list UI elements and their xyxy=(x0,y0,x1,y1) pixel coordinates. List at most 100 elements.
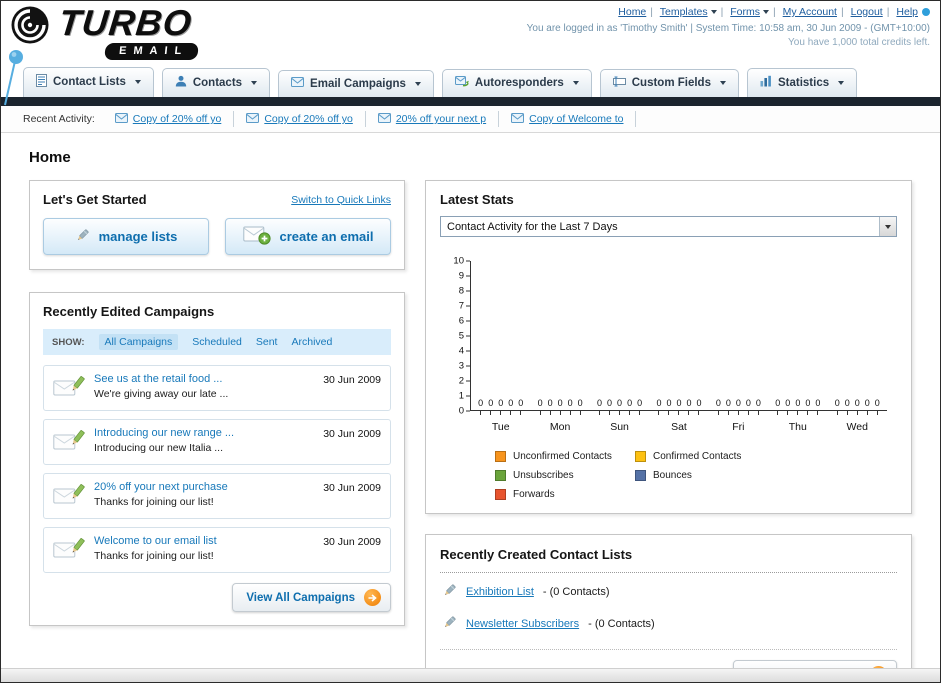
contact-list-meta: - (0 Contacts) xyxy=(542,586,610,598)
footer-strip xyxy=(1,668,940,682)
chart-value-label: 0 xyxy=(557,398,563,408)
tab-custom-fields[interactable]: Custom Fields xyxy=(599,69,739,97)
header: TURBO EMAIL Home | Templates | Forms | My A… xyxy=(1,1,940,67)
legend-swatch xyxy=(495,489,506,500)
get-started-panel: Let's Get Started Switch to Quick Links … xyxy=(29,180,405,270)
envelope-icon xyxy=(246,113,259,126)
view-all-campaigns-button[interactable]: View All Campaigns xyxy=(232,583,391,612)
envelope-pencil-icon xyxy=(53,537,85,566)
chart-value-group: 00000 xyxy=(709,398,768,408)
chart-value-label: 0 xyxy=(874,398,880,408)
top-link-logout[interactable]: Logout xyxy=(851,6,883,18)
top-link-my-account[interactable]: My Account xyxy=(783,6,837,18)
chart-value-label: 0 xyxy=(577,398,583,408)
chart-value-label: 0 xyxy=(547,398,553,408)
chart-x-group: Mon xyxy=(530,411,589,433)
chevron-down-icon xyxy=(134,80,141,84)
recent-campaigns-title: Recently Edited Campaigns xyxy=(43,304,215,319)
chart-x-axis: Tue Mon Sun Sat Fri Thu Wed xyxy=(471,411,887,433)
view-all-campaigns-label: View All Campaigns xyxy=(246,591,355,604)
create-email-button[interactable]: create an email xyxy=(225,218,391,255)
stats-period-select[interactable]: Contact Activity for the Last 7 Days xyxy=(440,216,897,237)
chart-x-group: Tue xyxy=(471,411,530,433)
tab-autoresponders[interactable]: Autoresponders xyxy=(441,69,592,97)
chart-value-label: 0 xyxy=(834,398,840,408)
main-content: Home Let's Get Started Switch to Quick L… xyxy=(1,133,940,682)
campaign-date: 30 Jun 2009 xyxy=(323,482,381,494)
contact-list-item[interactable]: Newsletter Subscribers - (0 Contacts) xyxy=(440,605,897,637)
chart-value-label: 0 xyxy=(725,398,731,408)
legend-label: Confirmed Contacts xyxy=(653,451,742,462)
select-caret-icon[interactable] xyxy=(879,217,896,236)
chart-value-label: 0 xyxy=(478,398,484,408)
x-axis-ticks xyxy=(717,411,759,415)
x-axis-label: Mon xyxy=(549,421,571,433)
envelope-pencil-icon xyxy=(53,375,85,404)
chart-value-label: 0 xyxy=(805,398,811,408)
contact-list-item[interactable]: Exhibition List - (0 Contacts) xyxy=(440,573,897,605)
legend-label: Bounces xyxy=(653,470,692,481)
campaign-item[interactable]: Welcome to our email list Thanks for joi… xyxy=(43,527,391,573)
chart-value-label: 0 xyxy=(854,398,860,408)
chart-x-group: Fri xyxy=(709,411,768,433)
email-campaigns-icon xyxy=(291,77,304,90)
x-axis-ticks xyxy=(836,411,878,415)
top-link-templates[interactable]: Templates xyxy=(660,6,708,18)
left-column: Let's Get Started Switch to Quick Links … xyxy=(29,180,405,626)
filter-sent[interactable]: Sent xyxy=(256,336,278,348)
chevron-down-icon xyxy=(251,80,258,85)
switch-quick-links-link[interactable]: Switch to Quick Links xyxy=(291,194,391,206)
tab-contact-lists[interactable]: Contact Lists xyxy=(23,67,154,97)
chevron-down-icon xyxy=(763,10,770,14)
top-link-help[interactable]: Help xyxy=(896,6,918,18)
campaign-item[interactable]: 20% off your next purchase Thanks for jo… xyxy=(43,473,391,519)
logo-pointer-icon xyxy=(3,49,25,112)
campaign-item[interactable]: Introducing our new range ... Introducin… xyxy=(43,419,391,465)
campaign-item[interactable]: See us at the retail food ... We're givi… xyxy=(43,365,391,411)
app-logo[interactable]: TURBO EMAIL xyxy=(11,2,200,60)
envelope-pencil-icon xyxy=(53,429,85,458)
chart-value-label: 0 xyxy=(755,398,761,408)
chart-value-label: 0 xyxy=(488,398,494,408)
legend-swatch xyxy=(635,470,646,481)
x-axis-ticks xyxy=(777,411,819,415)
recent-activity-item[interactable]: 20% off your next p xyxy=(366,111,500,127)
top-link-home[interactable]: Home xyxy=(618,6,646,18)
recent-contact-lists-panel: Recently Created Contact Lists Exhibitio… xyxy=(425,534,912,682)
filter-all-campaigns[interactable]: All Campaigns xyxy=(98,334,179,350)
recent-activity-item-label: Copy of Welcome to xyxy=(529,113,624,125)
recent-activity-item[interactable]: Copy of Welcome to xyxy=(499,111,637,127)
tab-label: Autoresponders xyxy=(474,77,564,89)
y-axis-tick-label: 1 xyxy=(459,391,470,402)
chart-values-row: 00000000000000000000000000000000000 xyxy=(471,398,887,408)
manage-lists-button[interactable]: manage lists xyxy=(43,218,209,255)
campaign-date: 30 Jun 2009 xyxy=(323,374,381,386)
y-axis-tick-label: 4 xyxy=(459,346,470,357)
tab-email-campaigns[interactable]: Email Campaigns xyxy=(278,70,434,97)
tab-contacts[interactable]: Contacts xyxy=(161,68,271,97)
recent-activity-item[interactable]: Copy of 20% off yo xyxy=(234,111,366,127)
custom-fields-icon xyxy=(613,76,626,90)
x-axis-ticks xyxy=(480,411,522,415)
recent-activity-item[interactable]: Copy of 20% off yo xyxy=(103,111,235,127)
x-axis-label: Wed xyxy=(846,421,868,433)
tab-statistics[interactable]: Statistics xyxy=(746,68,858,97)
chart-value-group: 00000 xyxy=(590,398,649,408)
contact-list-name-link[interactable]: Newsletter Subscribers xyxy=(466,618,579,630)
chart-value-label: 0 xyxy=(567,398,573,408)
filter-scheduled[interactable]: Scheduled xyxy=(192,336,242,348)
chart-value-label: 0 xyxy=(735,398,741,408)
y-axis-tick-label: 2 xyxy=(459,376,470,387)
chart-value-label: 0 xyxy=(617,398,623,408)
chart-value-group: 00000 xyxy=(768,398,827,408)
logo-email-text: EMAIL xyxy=(104,43,200,60)
campaign-date: 30 Jun 2009 xyxy=(323,536,381,548)
chart-value-group: 00000 xyxy=(471,398,530,408)
contact-list-name-link[interactable]: Exhibition List xyxy=(466,586,534,598)
y-axis-tick-label: 7 xyxy=(459,301,470,312)
top-link-forms[interactable]: Forms xyxy=(730,6,760,18)
legend-swatch xyxy=(635,451,646,462)
filter-archived[interactable]: Archived xyxy=(291,336,332,348)
campaign-subtitle: We're giving away our late ... xyxy=(94,388,229,400)
x-axis-label: Thu xyxy=(788,421,807,433)
